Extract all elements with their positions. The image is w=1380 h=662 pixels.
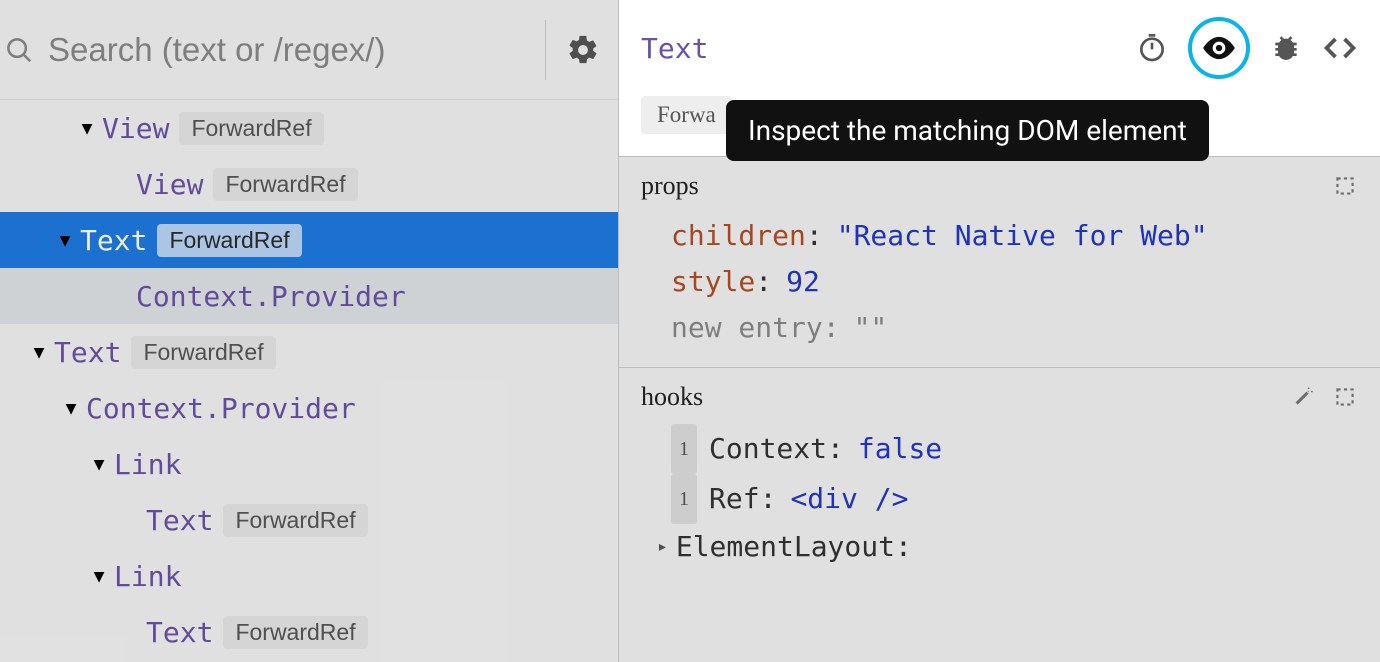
hoc-badge: ForwardRef <box>213 168 357 201</box>
inspect-dom-button[interactable] <box>1188 17 1250 79</box>
gear-icon[interactable] <box>566 33 600 67</box>
rendered-by-badge: Forwa <box>641 96 732 134</box>
prop-style[interactable]: style: 92 <box>641 259 1358 305</box>
hook-ref[interactable]: 1Ref:<div /> <box>641 474 1358 524</box>
magic-wand-icon[interactable] <box>1288 384 1314 410</box>
disclosure-triangle-icon[interactable]: ▼ <box>90 454 108 475</box>
tree-row-view[interactable]: View ForwardRef <box>0 156 618 212</box>
copy-icon[interactable] <box>1332 384 1358 410</box>
tooltip: Inspect the matching DOM element <box>726 100 1209 161</box>
hooks-section: hooks 1Context:false1Ref:<div />▸Element… <box>619 367 1380 586</box>
hoc-badge: ForwardRef <box>179 112 323 145</box>
prop-children[interactable]: children: "React Native for Web" <box>641 213 1358 259</box>
tree-row-link[interactable]: ▼ Link <box>0 548 618 604</box>
hook-index: 1 <box>671 424 697 474</box>
hoc-badge: ForwardRef <box>131 336 275 369</box>
detail-panel: Text Forwa Inspect the matching DOM elem… <box>618 0 1380 662</box>
tree-row-text[interactable]: Text ForwardRef <box>0 604 618 660</box>
component-name: View <box>102 112 169 145</box>
search-bar <box>0 0 618 100</box>
divider <box>545 20 546 80</box>
hook-elementlayout[interactable]: ▸ElementLayout: <box>641 524 1358 570</box>
tree-row-context-provider[interactable]: Context.Provider <box>0 268 618 324</box>
tree-row-text[interactable]: ▼ Text ForwardRef <box>0 324 618 380</box>
hoc-badge: ForwardRef <box>157 224 301 257</box>
component-name: Text <box>54 336 121 369</box>
disclosure-triangle-icon[interactable]: ▼ <box>62 398 80 419</box>
search-icon <box>4 35 34 65</box>
view-source-icon[interactable] <box>1322 30 1358 66</box>
props-section: props children: "React Native for Web" s… <box>619 156 1380 367</box>
disclosure-triangle-icon[interactable]: ▼ <box>56 230 74 251</box>
component-name: Link <box>114 560 181 593</box>
disclosure-triangle-icon[interactable]: ▸ <box>657 524 668 570</box>
component-name: Text <box>146 504 213 537</box>
hoc-badge: ForwardRef <box>223 504 367 537</box>
disclosure-triangle-icon[interactable]: ▼ <box>78 118 96 139</box>
component-name: Context.Provider <box>86 392 356 425</box>
copy-icon[interactable] <box>1332 173 1358 199</box>
component-name: View <box>136 168 203 201</box>
hook-index: 1 <box>671 474 697 524</box>
search-input[interactable] <box>48 31 525 69</box>
disclosure-triangle-icon[interactable]: ▼ <box>90 566 108 587</box>
tree-row-text[interactable]: Text ForwardRef <box>0 492 618 548</box>
component-tree: ▼ View ForwardRef View ForwardRef ▼ Text Forwar… <box>0 100 618 660</box>
hoc-badge: ForwardRef <box>223 616 367 649</box>
component-name: Text <box>80 224 147 257</box>
tree-row-link[interactable]: ▼ Link <box>0 436 618 492</box>
component-name: Context.Provider <box>136 280 406 313</box>
tree-row-text[interactable]: ▼ Text ForwardRef <box>0 212 618 268</box>
suspend-icon[interactable] <box>1136 32 1168 64</box>
component-name: Text <box>146 616 213 649</box>
hook-context[interactable]: 1Context:false <box>641 424 1358 474</box>
tree-row-context-provider[interactable]: ▼ Context.Provider <box>0 380 618 436</box>
props-heading: props <box>641 171 1332 201</box>
hooks-heading: hooks <box>641 382 1288 412</box>
components-tree-panel: ▼ View ForwardRef View ForwardRef ▼ Text Forwar… <box>0 0 618 662</box>
prop-new-entry[interactable]: new entry: "" <box>641 305 1358 351</box>
component-name: Link <box>114 448 181 481</box>
selected-component-name: Text <box>641 32 1136 65</box>
bug-icon[interactable] <box>1270 32 1302 64</box>
tree-row-view[interactable]: ▼ View ForwardRef <box>0 100 618 156</box>
detail-toolbar <box>1136 17 1358 79</box>
disclosure-triangle-icon[interactable]: ▼ <box>30 342 48 363</box>
